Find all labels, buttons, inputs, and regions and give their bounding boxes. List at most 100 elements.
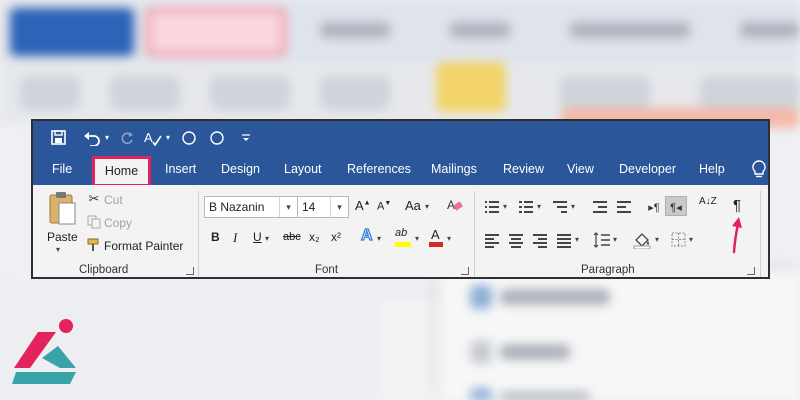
decrease-indent-icon[interactable]	[593, 201, 607, 213]
paste-icon[interactable]	[47, 191, 77, 227]
bg-item-icon	[470, 388, 492, 400]
clear-formatting-icon[interactable]: A	[447, 197, 463, 213]
font-size-value: 14	[302, 200, 316, 214]
multilevel-dropdown-icon[interactable]: ▾	[571, 202, 575, 211]
ribbon-body: Paste ▾ ✂ Cut Copy Format Painter Clipbo…	[33, 185, 768, 277]
tab-help[interactable]: Help	[699, 154, 725, 185]
bg-tab-text	[570, 22, 690, 38]
justify-icon[interactable]	[557, 234, 571, 248]
tab-view[interactable]: View	[567, 154, 594, 185]
paragraph-dialog-launcher[interactable]	[747, 267, 755, 275]
underline-dropdown-icon[interactable]: ▾	[265, 234, 269, 243]
font-color-button[interactable]: A	[431, 227, 440, 242]
superscript-button[interactable]: x²	[331, 230, 341, 244]
increase-indent-icon[interactable]	[617, 201, 631, 213]
multilevel-list-icon[interactable]	[553, 201, 567, 213]
bg-pill	[560, 76, 650, 110]
bold-button[interactable]: B	[211, 230, 220, 244]
copy-icon[interactable]	[87, 215, 101, 229]
tab-layout[interactable]: Layout	[284, 154, 322, 185]
sort-button[interactable]: A↓Z	[699, 197, 717, 207]
tab-design[interactable]: Design	[221, 154, 260, 185]
text-effects-dropdown-icon[interactable]: ▾	[377, 234, 381, 243]
show-formatting-marks-button[interactable]: ¶	[733, 197, 741, 214]
bg-item-text	[500, 392, 590, 400]
group-separator	[198, 191, 199, 277]
tab-developer[interactable]: Developer	[619, 154, 676, 185]
change-case-dropdown-icon[interactable]: ▾	[425, 202, 429, 211]
paste-dropdown-icon[interactable]: ▾	[56, 245, 60, 254]
subscript-button[interactable]: x₂	[309, 230, 320, 244]
align-center-icon[interactable]	[509, 234, 523, 248]
cut-button[interactable]: Cut	[104, 193, 123, 207]
font-size-combo[interactable]: 14 ▾	[297, 196, 349, 218]
bg-item-icon	[470, 340, 492, 364]
change-case-button[interactable]: Aa	[405, 198, 421, 213]
highlight-button[interactable]: ab	[395, 227, 407, 239]
numbering-dropdown-icon[interactable]: ▾	[537, 202, 541, 211]
group-separator	[474, 191, 475, 277]
borders-icon[interactable]	[671, 232, 686, 247]
tab-insert[interactable]: Insert	[165, 154, 196, 185]
bg-dropdown-panel	[440, 272, 800, 400]
font-color-dropdown-icon[interactable]: ▾	[447, 234, 451, 243]
font-dialog-launcher[interactable]	[461, 267, 469, 275]
undo-icon[interactable]	[81, 121, 103, 154]
spelling-dropdown-icon[interactable]: ▾	[163, 121, 173, 154]
chevron-down-icon[interactable]: ▾	[330, 197, 348, 217]
copy-button[interactable]: Copy	[104, 216, 132, 230]
justify-dropdown-icon[interactable]: ▾	[575, 235, 579, 244]
ribbon-tabs: File Home Insert Design Layout Reference…	[33, 154, 768, 187]
font-group-label: Font	[315, 264, 339, 276]
shading-dropdown-icon[interactable]: ▾	[655, 235, 659, 244]
italic-button[interactable]: I	[233, 230, 237, 246]
shrink-font-button[interactable]: A▼	[377, 200, 391, 213]
align-left-icon[interactable]	[485, 234, 499, 248]
paragraph-group-label: Paragraph	[581, 264, 635, 276]
borders-dropdown-icon[interactable]: ▾	[689, 235, 693, 244]
underline-button[interactable]: U	[253, 230, 262, 244]
customize-toolbar-icon[interactable]	[237, 121, 255, 154]
text-effects-button[interactable]: A	[360, 226, 373, 245]
circle-icon[interactable]	[207, 121, 227, 154]
circle-icon[interactable]	[179, 121, 199, 154]
shading-icon[interactable]	[633, 231, 653, 249]
line-spacing-dropdown-icon[interactable]: ▾	[613, 235, 617, 244]
redo-icon[interactable]	[117, 121, 137, 154]
strikethrough-button[interactable]: abc	[283, 231, 301, 243]
bg-file-button	[10, 8, 134, 56]
highlight-color-swatch	[395, 242, 411, 247]
tab-home[interactable]: Home	[92, 156, 151, 187]
bullets-dropdown-icon[interactable]: ▾	[503, 202, 507, 211]
undo-dropdown-icon[interactable]: ▾	[102, 121, 112, 154]
format-painter-button[interactable]: Format Painter	[104, 239, 183, 253]
tab-references[interactable]: References	[347, 154, 411, 185]
grow-font-button[interactable]: A▲	[355, 198, 371, 213]
scissors-icon[interactable]: ✂	[87, 191, 101, 206]
tab-review[interactable]: Review	[503, 154, 544, 185]
lightbulb-icon[interactable]	[751, 160, 767, 180]
highlight-dropdown-icon[interactable]: ▾	[415, 234, 419, 243]
bg-tab-text	[450, 22, 510, 38]
clipboard-dialog-launcher[interactable]	[186, 267, 194, 275]
font-name-combo[interactable]: B Nazanin ▾	[204, 196, 298, 218]
svg-text:A: A	[144, 130, 153, 145]
tab-mailings[interactable]: Mailings	[431, 154, 477, 185]
clipboard-group-label: Clipboard	[79, 264, 129, 276]
format-painter-icon[interactable]	[87, 238, 102, 252]
bullets-icon[interactable]	[485, 201, 499, 213]
save-icon[interactable]	[47, 121, 69, 154]
paste-label[interactable]: Paste	[47, 230, 78, 244]
align-right-icon[interactable]	[533, 234, 547, 248]
line-spacing-icon[interactable]	[593, 231, 611, 249]
chevron-down-icon[interactable]: ▾	[279, 197, 297, 217]
right-to-left-icon: ¶◂	[670, 201, 682, 214]
tab-file[interactable]: File	[52, 154, 72, 185]
bg-tab-text	[320, 22, 390, 38]
spelling-icon[interactable]: A	[143, 121, 163, 154]
bg-tab-text	[740, 22, 800, 38]
bg-item-text	[500, 289, 610, 305]
numbering-icon[interactable]	[519, 201, 533, 213]
left-to-right-icon[interactable]: ▸¶	[645, 199, 663, 215]
bg-pill	[700, 76, 800, 110]
